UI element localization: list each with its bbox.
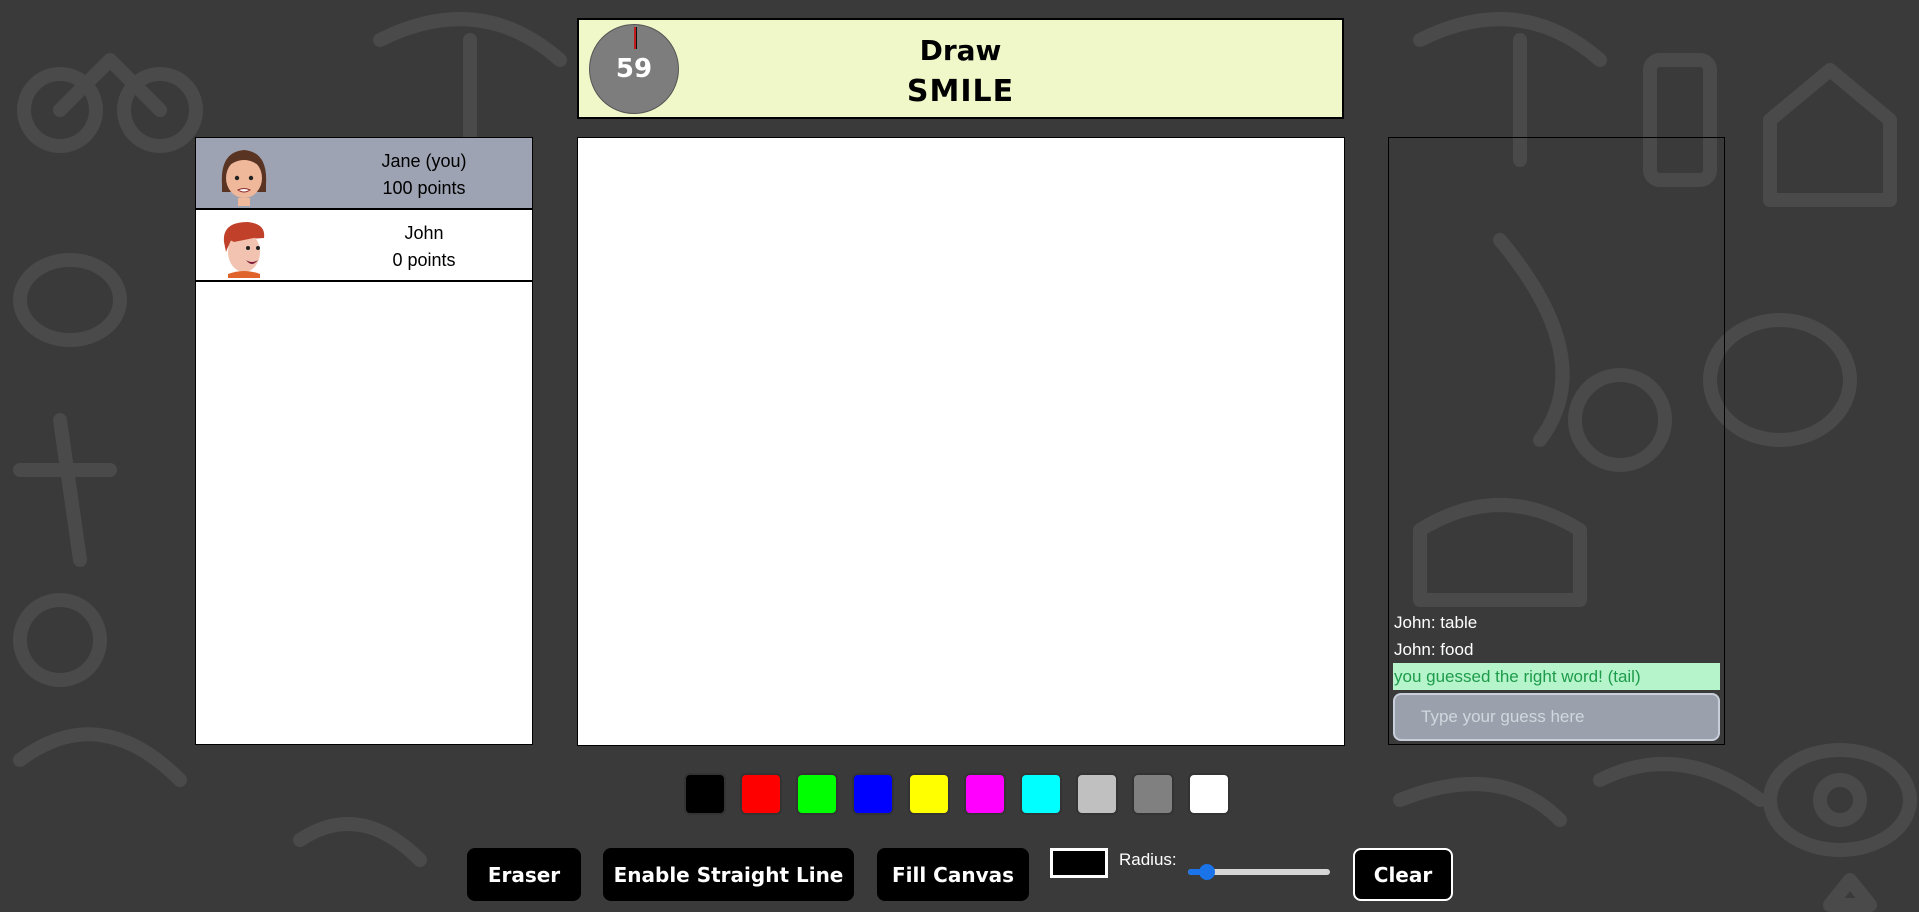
- clear-button[interactable]: Clear: [1353, 848, 1453, 901]
- drawing-canvas[interactable]: [577, 137, 1345, 746]
- color-swatch-yellow[interactable]: [908, 773, 950, 815]
- player-name: Jane (you): [381, 151, 467, 171]
- color-swatch-blue[interactable]: [852, 773, 894, 815]
- chat-messages: John: table John: food you guessed the r…: [1393, 609, 1720, 690]
- avatar: [223, 222, 265, 278]
- chat-panel: John: table John: food you guessed the r…: [1388, 137, 1725, 745]
- player-points: 100 points: [382, 178, 466, 198]
- chat-message: John: food: [1394, 640, 1474, 659]
- player-list: Jane (you) 100 points John 0 points: [195, 137, 533, 745]
- color-swatch-gray[interactable]: [1132, 773, 1174, 815]
- straight-line-button[interactable]: Enable Straight Line: [603, 848, 854, 901]
- round-mode-label: Draw: [919, 34, 1002, 67]
- round-header: 59 Draw SMILE: [577, 18, 1344, 119]
- chat-message-correct: you guessed the right word! (tail): [1393, 663, 1720, 690]
- color-swatch-black[interactable]: [684, 773, 726, 815]
- current-color-preview: [1050, 848, 1108, 878]
- color-swatch-green[interactable]: [796, 773, 838, 815]
- word-to-draw: SMILE: [906, 74, 1015, 109]
- guess-input[interactable]: [1393, 693, 1720, 741]
- color-swatch-cyan[interactable]: [1020, 773, 1062, 815]
- player-name: John: [404, 223, 444, 243]
- player-row: John 0 points: [196, 210, 532, 282]
- chat-message: John: table: [1394, 613, 1478, 632]
- radius-label: Radius:: [1119, 850, 1177, 869]
- color-swatch-red[interactable]: [740, 773, 782, 815]
- player-points: 0 points: [392, 250, 456, 270]
- color-swatch-magenta[interactable]: [964, 773, 1006, 815]
- color-swatch-light-gray[interactable]: [1076, 773, 1118, 815]
- fill-canvas-button[interactable]: Fill Canvas: [877, 848, 1029, 901]
- radius-slider[interactable]: [1188, 864, 1330, 880]
- avatar: [221, 150, 267, 206]
- color-swatch-white[interactable]: [1188, 773, 1230, 815]
- eraser-button[interactable]: Eraser: [467, 848, 581, 901]
- player-row: Jane (you) 100 points: [196, 138, 532, 210]
- color-palette: [684, 773, 1230, 815]
